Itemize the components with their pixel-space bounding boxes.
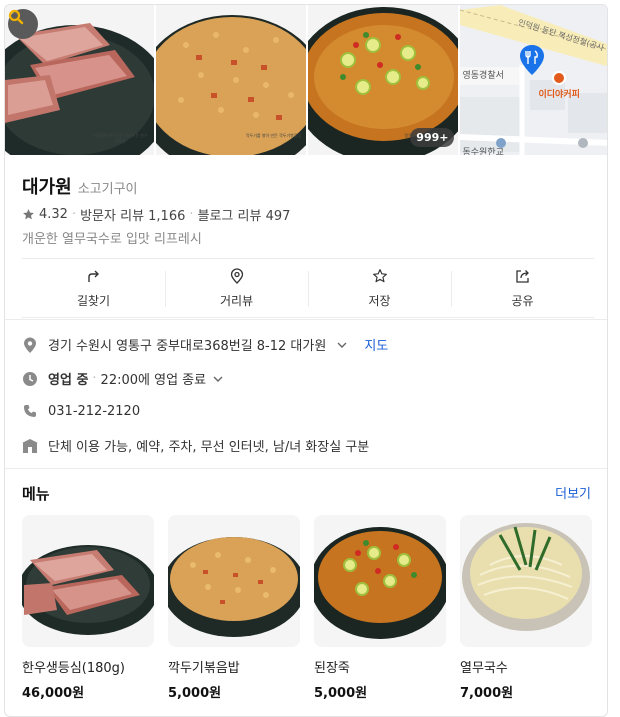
visitor-reviews-link[interactable]: 방문자 리뷰 1,166 xyxy=(80,205,185,224)
menu-item-name: 열무국수 xyxy=(460,661,508,676)
menu-item-price: 7,000원 xyxy=(460,686,514,701)
map-pin-icon xyxy=(520,45,545,75)
menu-item-price: 46,000원 xyxy=(22,686,85,701)
chevron-down-icon[interactable] xyxy=(212,373,224,385)
menu-item[interactable]: 된장죽 5,000원 xyxy=(314,515,446,701)
photo-strip: 기름장에 찍어먹는 부드러운 한우생등심 깍두기를 볶아 만든 깍두기볶음밥 9… xyxy=(5,5,607,155)
photo-fried-rice[interactable]: 깍두기를 볶아 만든 깍두기볶음밥 xyxy=(155,5,306,155)
star-icon xyxy=(372,268,387,282)
menu-item[interactable]: 열무국수 7,000원 xyxy=(460,515,592,701)
photo-doenjang[interactable]: 얼큰한 된장죽 999+ xyxy=(308,5,459,155)
place-name[interactable]: 대가원 xyxy=(22,173,72,199)
directions-button[interactable]: 길찾기 xyxy=(22,259,165,317)
section-divider xyxy=(5,319,607,320)
map-cafe-label: 이디야커피 xyxy=(538,90,580,100)
building-icon xyxy=(22,438,38,454)
address-text[interactable]: 경기 수원시 영통구 중부대로368번길 8-12 대가원 xyxy=(48,335,326,354)
search-button[interactable] xyxy=(8,9,38,39)
directions-label: 길찾기 xyxy=(76,293,111,308)
place-card: 기름장에 찍어먹는 부드러운 한우생등심 깍두기를 볶아 만든 깍두기볶음밥 9… xyxy=(4,4,608,717)
address-row: 경기 수원시 영통구 중부대로368번길 8-12 대가원 지도 xyxy=(22,335,388,354)
rating-value: 4.32 xyxy=(39,207,68,222)
clock-icon xyxy=(22,371,38,387)
separator-dot: · xyxy=(189,207,194,222)
star-rating-icon xyxy=(23,209,34,220)
separator-dot: · xyxy=(71,207,77,222)
photo-count-badge[interactable]: 999+ xyxy=(410,128,455,147)
action-bar: 길찾기 거리뷰 저장 공유 xyxy=(22,258,594,318)
place-stats: 4.32 · 방문자 리뷰 1,166 · 블로그 리뷰 497 xyxy=(22,205,290,224)
location-icon xyxy=(22,337,38,353)
map-place-label: 영동경찰서 xyxy=(462,71,504,81)
blog-reviews-link[interactable]: 블로그 리뷰 497 xyxy=(198,205,291,224)
share-icon xyxy=(515,269,529,283)
menu-list: 한우생등심(180g) 46,000원 깍두기볶음밥 5,000원 된장죽 5,… xyxy=(22,515,592,701)
section-divider xyxy=(5,468,607,469)
street-view-button[interactable]: 거리뷰 xyxy=(165,259,308,317)
save-label: 저장 xyxy=(368,293,391,308)
photo-caption: 깍두기를 볶아 만든 깍두기볶음밥 xyxy=(245,133,302,138)
share-label: 공유 xyxy=(511,293,534,308)
share-button[interactable]: 공유 xyxy=(451,259,594,317)
phone-row: 031-212-2120 xyxy=(22,403,140,419)
menu-item-price: 5,000원 xyxy=(314,686,368,701)
chevron-down-icon[interactable] xyxy=(336,339,348,351)
menu-item-name: 한우생등심(180g) xyxy=(22,661,126,676)
menu-title: 메뉴 xyxy=(22,485,50,503)
place-description: 개운한 열무국수로 입맛 리프레시 xyxy=(22,232,202,247)
business-status: 영업 중 xyxy=(48,373,89,388)
phone-number[interactable]: 031-212-2120 xyxy=(48,404,140,419)
menu-thumb-yeolmu-noodles[interactable] xyxy=(460,515,592,647)
amenities-row: 단체 이용 가능, 예약, 주차, 무선 인터넷, 남/녀 화장실 구분 xyxy=(22,436,369,455)
closing-time[interactable]: 22:00에 영업 종료 xyxy=(101,369,207,388)
menu-more-link[interactable]: 더보기 xyxy=(555,483,591,502)
menu-item[interactable]: 한우생등심(180g) 46,000원 xyxy=(22,515,154,701)
place-category: 소고기구이 xyxy=(77,182,138,197)
amenities-text: 단체 이용 가능, 예약, 주차, 무선 인터넷, 남/녀 화장실 구분 xyxy=(48,440,370,455)
directions-icon xyxy=(87,270,99,282)
menu-thumb-doenjang[interactable] xyxy=(314,515,446,647)
mini-map[interactable]: 인덕원·동탄 복선전철(공사 영동경찰서 동수원한교 이디야커피 xyxy=(460,5,607,155)
photo-caption: 기름장에 찍어먹는 부드러운 한우생등심 xyxy=(92,133,148,143)
photo-beef[interactable]: 기름장에 찍어먹는 부드러운 한우생등심 xyxy=(5,5,154,155)
save-button[interactable]: 저장 xyxy=(308,259,451,317)
menu-item-name: 깍두기볶음밥 xyxy=(168,661,240,676)
menu-thumb-beef[interactable] xyxy=(22,515,154,647)
phone-icon xyxy=(22,403,38,419)
menu-item-name: 된장죽 xyxy=(314,661,350,676)
place-title-row: 대가원 소고기구이 xyxy=(22,173,138,199)
street-view-label: 거리뷰 xyxy=(219,293,254,308)
search-icon xyxy=(8,9,24,25)
separator-dot: · xyxy=(92,371,97,386)
street-view-icon xyxy=(230,267,243,284)
menu-thumb-fried-rice[interactable] xyxy=(168,515,300,647)
menu-item-price: 5,000원 xyxy=(168,686,222,701)
menu-item[interactable]: 깍두기볶음밥 5,000원 xyxy=(168,515,300,701)
map-link[interactable]: 지도 xyxy=(364,335,388,354)
hours-row: 영업 중 · 22:00에 영업 종료 xyxy=(22,369,224,388)
